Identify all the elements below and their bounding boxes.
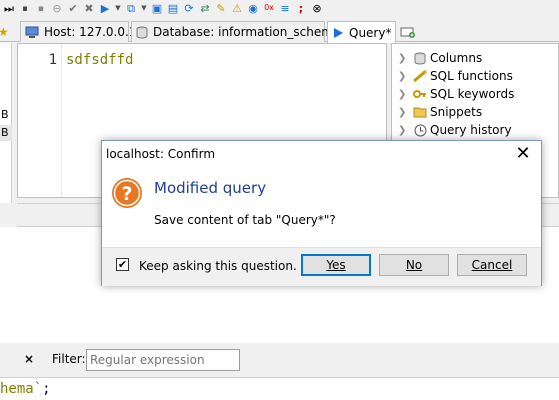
sql-help-icon[interactable]: ⧉: [124, 1, 138, 15]
heidisql-window: ⏭ ⏸ ⏹ ⊖ ✔ ✖ ▶ ▼ ⧉ ▼ ▣ ▤ ⟳ ⇄ ✎ ⚠ ◉ 0x ≡ ;…: [0, 0, 559, 400]
tab-query[interactable]: Query*: [327, 21, 396, 43]
no-button-label: No: [405, 258, 423, 272]
dropdown-icon[interactable]: ▼: [140, 1, 148, 15]
yes-button[interactable]: Yes: [301, 254, 371, 276]
dialog-footer: ✔ Keep asking this question. Yes No Canc…: [102, 247, 541, 286]
close-circle-icon[interactable]: ⊗: [310, 1, 324, 15]
expand-arrow-icon[interactable]: ❯: [398, 89, 412, 100]
helper-sql-functions[interactable]: ❯ SQL functions: [398, 67, 513, 85]
cancel-icon[interactable]: ⊖: [50, 1, 64, 15]
columns-icon: [412, 52, 428, 65]
helper-label: SQL functions: [430, 69, 513, 83]
tree-item[interactable]: B: [0, 125, 12, 141]
tab-database[interactable]: Database: information_schema: [131, 21, 340, 42]
query-tab-strip: ★ Host: 127.0.0.1 Database: information_…: [0, 18, 559, 43]
rows-icon[interactable]: ≡: [278, 1, 292, 15]
save-as-icon[interactable]: ▤: [166, 1, 180, 15]
cancel-button[interactable]: Cancel: [457, 254, 527, 276]
sql-log-semicolon: ;: [42, 381, 51, 397]
save-icon[interactable]: ▣: [150, 1, 164, 15]
main-toolbar: ⏭ ⏸ ⏹ ⊖ ✔ ✖ ▶ ▼ ⧉ ▼ ▣ ▤ ⟳ ⇄ ✎ ⚠ ◉ 0x ≡ ;…: [0, 0, 559, 16]
dialog-title-bar: localhost: Confirm ✕: [102, 141, 541, 168]
expand-arrow-icon[interactable]: ❯: [398, 125, 412, 136]
host-icon: [25, 26, 39, 38]
helper-label: Snippets: [430, 105, 483, 119]
helper-label: Columns: [430, 51, 483, 65]
dialog-message: Save content of tab "Query*"?: [154, 213, 336, 227]
svg-text:?: ?: [121, 183, 132, 205]
tab-host[interactable]: Host: 127.0.0.1: [20, 21, 136, 42]
close-x-icon[interactable]: ✖: [82, 1, 96, 15]
question-icon: ?: [111, 177, 143, 209]
check-icon[interactable]: ✔: [66, 1, 80, 15]
warning-icon[interactable]: ⚠: [230, 1, 244, 15]
tab-host-label: Host: 127.0.0.1: [44, 25, 137, 39]
tab-database-label: Database: information_schema: [153, 25, 341, 39]
keep-asking-checkbox[interactable]: ✔: [116, 258, 129, 271]
snippets-icon: [412, 106, 428, 118]
tree-item[interactable]: B: [0, 107, 12, 123]
stop-icon[interactable]: ⏹: [34, 1, 48, 15]
export-icon[interactable]: ⇄: [198, 1, 212, 15]
close-filter-icon[interactable]: ×: [24, 352, 34, 366]
star-icon[interactable]: ★: [0, 21, 10, 42]
sql-keywords-icon: [412, 88, 428, 100]
keep-asking-label[interactable]: Keep asking this question.: [139, 259, 297, 273]
helper-label: Query history: [430, 123, 512, 137]
dialog-heading: Modified query: [154, 179, 267, 197]
filter-label: Filter:: [52, 352, 86, 366]
sql-text[interactable]: sdfsdffd: [66, 52, 133, 68]
query-play-icon: [332, 27, 344, 39]
new-tab-icon: [400, 26, 416, 38]
hex-icon[interactable]: 0x: [262, 1, 276, 15]
sql-functions-icon: [412, 70, 428, 82]
yes-button-label: Yes: [326, 258, 346, 272]
step-icon[interactable]: ⏭: [2, 1, 16, 15]
no-button[interactable]: No: [379, 254, 449, 276]
filter-input[interactable]: [86, 349, 240, 371]
semicolon-icon[interactable]: ;: [294, 1, 308, 15]
dialog-title: localhost: Confirm: [106, 147, 216, 161]
helper-sql-keywords[interactable]: ❯ SQL keywords: [398, 85, 514, 103]
dropdown-icon[interactable]: ▼: [114, 1, 122, 15]
expand-arrow-icon[interactable]: ❯: [398, 53, 412, 64]
helper-snippets[interactable]: ❯ Snippets: [398, 103, 482, 121]
dialog-close-icon[interactable]: ✕: [513, 143, 533, 165]
sql-log-text: hema`: [0, 381, 43, 397]
query-history-icon: [412, 124, 428, 137]
database-tree-fragment: B B: [0, 43, 12, 203]
sql-log-panel: hema`;: [0, 377, 559, 400]
refresh-icon[interactable]: ⟳: [182, 1, 196, 15]
expand-arrow-icon[interactable]: ❯: [398, 107, 412, 118]
run-icon[interactable]: ▶: [98, 1, 112, 15]
tab-query-label: Query*: [349, 25, 392, 40]
helper-columns[interactable]: ❯ Columns: [398, 49, 482, 67]
format-icon[interactable]: ✎: [214, 1, 228, 15]
new-tab-button[interactable]: [398, 21, 418, 42]
helper-query-history[interactable]: ❯ Query history: [398, 121, 512, 139]
filter-bar: × Filter:: [0, 345, 559, 375]
eye-icon[interactable]: ◉: [246, 1, 260, 15]
line-number-gutter: 1: [18, 44, 62, 197]
helper-label: SQL keywords: [430, 87, 515, 101]
pause-icon[interactable]: ⏸: [18, 1, 32, 15]
line-number: 1: [48, 52, 57, 68]
confirm-dialog: localhost: Confirm ✕ ? Modified query Sa…: [101, 140, 542, 286]
cancel-button-label: Cancel: [471, 258, 513, 272]
database-icon: [136, 26, 148, 39]
expand-arrow-icon[interactable]: ❯: [398, 71, 412, 82]
